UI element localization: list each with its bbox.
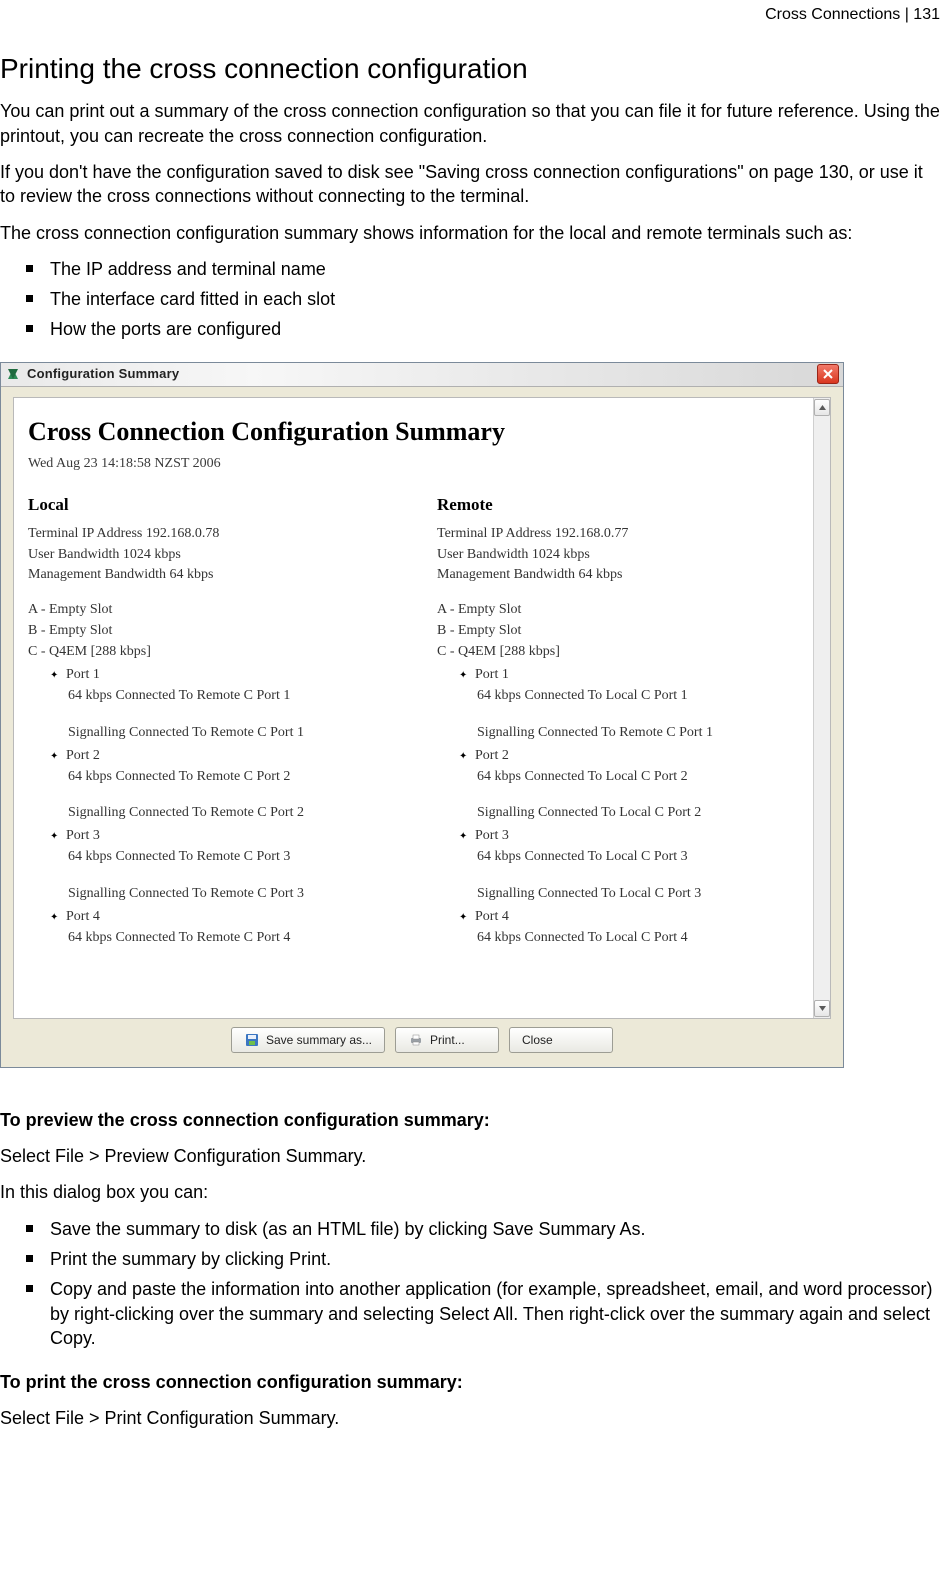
local-user-bandwidth: User Bandwidth 1024 kbps (28, 546, 407, 565)
port-line: 64 kbps Connected To Local C Port 2 (477, 768, 816, 787)
window-titlebar[interactable]: Configuration Summary (1, 363, 843, 387)
save-summary-button[interactable]: Save summary as... (231, 1027, 385, 1053)
info-bullet: The IP address and terminal name (26, 257, 942, 281)
intro-paragraph-1: You can print out a summary of the cross… (0, 99, 942, 148)
scroll-up-button[interactable] (814, 399, 830, 416)
port-line: 64 kbps Connected To Remote C Port 2 (68, 768, 407, 787)
local-terminal-block: Local Terminal IP Address 192.168.0.78 U… (28, 494, 407, 956)
preview-bullet: Copy and paste the information into anot… (26, 1277, 942, 1350)
port-line: Signalling Connected To Local C Port 3 (477, 885, 816, 904)
chevron-down-icon (819, 1006, 826, 1011)
preview-bullet: Save the summary to disk (as an HTML fil… (26, 1217, 942, 1241)
section-title: Printing the cross connection configurat… (0, 50, 942, 88)
print-icon (408, 1032, 424, 1048)
local-heading: Local (28, 494, 407, 517)
port-line: 64 kbps Connected To Local C Port 3 (477, 848, 816, 867)
port-line: Signalling Connected To Remote C Port 1 (477, 724, 816, 743)
remote-slot: C - Q4EM [288 kbps] (437, 643, 816, 662)
scroll-down-button[interactable] (814, 1000, 830, 1017)
port-item: Port 3 (461, 827, 816, 846)
port-item: Port 3 (52, 827, 407, 846)
summary-document[interactable]: Cross Connection Configuration Summary W… (14, 398, 830, 966)
save-summary-label: Save summary as... (266, 1032, 372, 1048)
remote-slot: A - Empty Slot (437, 601, 816, 620)
preview-bullet: Print the summary by clicking Print. (26, 1247, 942, 1271)
vertical-scrollbar[interactable] (813, 398, 830, 1018)
print-step: Select File > Print Configuration Summar… (0, 1406, 942, 1430)
local-mgmt-bandwidth: Management Bandwidth 64 kbps (28, 566, 407, 585)
port-item: Port 1 (52, 666, 407, 685)
port-item: Port 1 (461, 666, 816, 685)
config-summary-window: Configuration Summary Cross Connection C… (0, 362, 844, 1068)
info-bullet-list: The IP address and terminal name The int… (0, 257, 942, 342)
close-icon (823, 369, 833, 379)
port-line: Signalling Connected To Local C Port 2 (477, 804, 816, 823)
preview-bullet-list: Save the summary to disk (as an HTML fil… (0, 1217, 942, 1350)
remote-ip: Terminal IP Address 192.168.0.77 (437, 525, 816, 544)
preview-step: Select File > Preview Configuration Summ… (0, 1144, 942, 1168)
dialog-button-row: Save summary as... Print... Close (13, 1027, 831, 1053)
port-item: Port 4 (52, 908, 407, 927)
preview-intro: In this dialog box you can: (0, 1180, 942, 1204)
local-ip: Terminal IP Address 192.168.0.78 (28, 525, 407, 544)
summary-document-frame: Cross Connection Configuration Summary W… (13, 397, 831, 1019)
app-icon (5, 366, 21, 382)
page-header: Cross Connections | 131 (0, 4, 942, 26)
port-line: Signalling Connected To Remote C Port 3 (68, 885, 407, 904)
print-heading: To print the cross connection configurat… (0, 1370, 942, 1394)
port-line: 64 kbps Connected To Remote C Port 4 (68, 929, 407, 948)
chevron-up-icon (819, 405, 826, 410)
window-title: Configuration Summary (27, 365, 179, 383)
preview-heading: To preview the cross connection configur… (0, 1108, 942, 1132)
port-item: Port 2 (461, 747, 816, 766)
port-line: 64 kbps Connected To Local C Port 1 (477, 687, 816, 706)
port-line: Signalling Connected To Remote C Port 1 (68, 724, 407, 743)
print-button[interactable]: Print... (395, 1027, 499, 1053)
close-label: Close (522, 1032, 553, 1048)
port-item: Port 2 (52, 747, 407, 766)
port-line: 64 kbps Connected To Remote C Port 1 (68, 687, 407, 706)
remote-terminal-block: Remote Terminal IP Address 192.168.0.77 … (437, 494, 816, 956)
close-dialog-button[interactable]: Close (509, 1027, 613, 1053)
remote-user-bandwidth: User Bandwidth 1024 kbps (437, 546, 816, 565)
save-icon (244, 1032, 260, 1048)
doc-date: Wed Aug 23 14:18:58 NZST 2006 (28, 455, 816, 474)
intro-paragraph-3: The cross connection configuration summa… (0, 221, 942, 245)
local-slot: B - Empty Slot (28, 622, 407, 641)
local-slot: C - Q4EM [288 kbps] (28, 643, 407, 662)
port-line: 64 kbps Connected To Remote C Port 3 (68, 848, 407, 867)
intro-paragraph-2: If you don't have the configuration save… (0, 160, 942, 209)
info-bullet: How the ports are configured (26, 317, 942, 341)
port-line: 64 kbps Connected To Local C Port 4 (477, 929, 816, 948)
remote-heading: Remote (437, 494, 816, 517)
scroll-track[interactable] (814, 417, 830, 999)
remote-mgmt-bandwidth: Management Bandwidth 64 kbps (437, 566, 816, 585)
local-slot: A - Empty Slot (28, 601, 407, 620)
doc-title: Cross Connection Configuration Summary (28, 414, 816, 449)
port-line: Signalling Connected To Remote C Port 2 (68, 804, 407, 823)
print-label: Print... (430, 1032, 465, 1048)
info-bullet: The interface card fitted in each slot (26, 287, 942, 311)
remote-slot: B - Empty Slot (437, 622, 816, 641)
close-button[interactable] (817, 364, 839, 384)
port-item: Port 4 (461, 908, 816, 927)
